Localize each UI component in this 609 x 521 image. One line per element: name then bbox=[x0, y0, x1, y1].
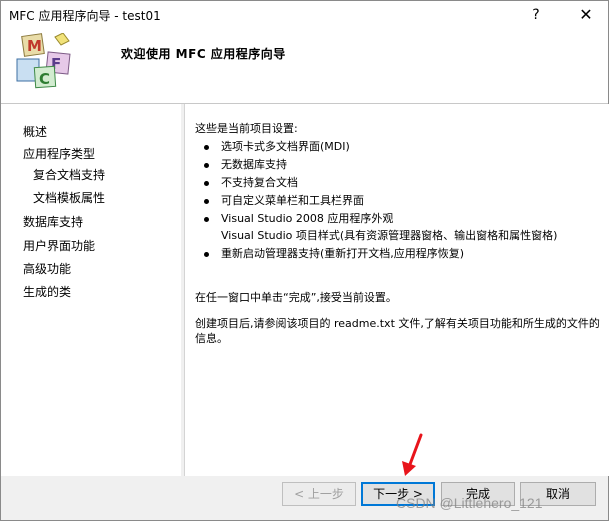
nav-item-document-template[interactable]: 文档模板属性 bbox=[33, 189, 105, 206]
nav-item-ui-features[interactable]: 用户界面功能 bbox=[23, 237, 95, 254]
nav-item-compound-document[interactable]: 复合文档支持 bbox=[33, 166, 105, 183]
nav-item-overview[interactable]: 概述 bbox=[23, 123, 47, 140]
window-title: MFC 应用程序向导 - test01 bbox=[9, 9, 161, 23]
nav-item-generated-classes[interactable]: 生成的类 bbox=[23, 283, 71, 300]
help-icon[interactable]: ? bbox=[524, 3, 548, 27]
list-item: 不支持复合文档 bbox=[195, 174, 595, 192]
wizard-content: 这些是当前项目设置: 选项卡式多文档界面(MDI) 无数据库支持 不支持复合文档… bbox=[184, 104, 609, 476]
list-item: Visual Studio 2008 应用程序外观 bbox=[195, 210, 595, 228]
wizard-heading: 欢迎使用 MFC 应用程序向导 bbox=[121, 47, 286, 61]
nav-item-database-support[interactable]: 数据库支持 bbox=[23, 213, 83, 230]
readme-note: 创建项目后,请参阅该项目的 readme.txt 文件,了解有关项目功能和所生成… bbox=[195, 317, 600, 345]
list-item: 无数据库支持 bbox=[195, 156, 595, 174]
settings-intro: 这些是当前项目设置: bbox=[195, 122, 298, 135]
back-button[interactable]: < 上一步 bbox=[282, 482, 356, 506]
list-item: 选项卡式多文档界面(MDI) bbox=[195, 138, 595, 156]
list-item: 可自定义菜单栏和工具栏界面 bbox=[195, 192, 595, 210]
settings-list: 选项卡式多文档界面(MDI) 无数据库支持 不支持复合文档 可自定义菜单栏和工具… bbox=[195, 138, 595, 263]
list-item: 重新启动管理器支持(重新打开文档,应用程序恢复) bbox=[195, 245, 595, 263]
annotation-arrow-icon bbox=[402, 433, 423, 476]
wizard-header: M F C 欢迎使用 MFC 应用程序向导 bbox=[1, 29, 608, 103]
finish-note: 在任一窗口中单击“完成”,接受当前设置。 bbox=[195, 291, 397, 304]
wizard-nav: 概述 应用程序类型 复合文档支持 文档模板属性 数据库支持 用户界面功能 高级功… bbox=[1, 104, 181, 476]
title-bar: MFC 应用程序向导 - test01 ? ✕ bbox=[1, 1, 608, 29]
wizard-window: MFC 应用程序向导 - test01 ? ✕ M F C 欢迎使用 MFC 应… bbox=[0, 0, 609, 521]
nav-item-advanced-features[interactable]: 高级功能 bbox=[23, 260, 71, 277]
logo-letter-c: C bbox=[39, 70, 50, 88]
list-item: Visual Studio 项目样式(具有资源管理器窗格、输出窗格和属性窗格) bbox=[221, 229, 558, 242]
close-icon[interactable]: ✕ bbox=[574, 3, 598, 27]
mfc-logo-icon: M F C bbox=[16, 33, 71, 89]
nav-item-application-type[interactable]: 应用程序类型 bbox=[23, 145, 95, 162]
watermark: CSDN @Littlehero_121 bbox=[396, 495, 543, 511]
logo-letter-m: M bbox=[27, 37, 42, 55]
